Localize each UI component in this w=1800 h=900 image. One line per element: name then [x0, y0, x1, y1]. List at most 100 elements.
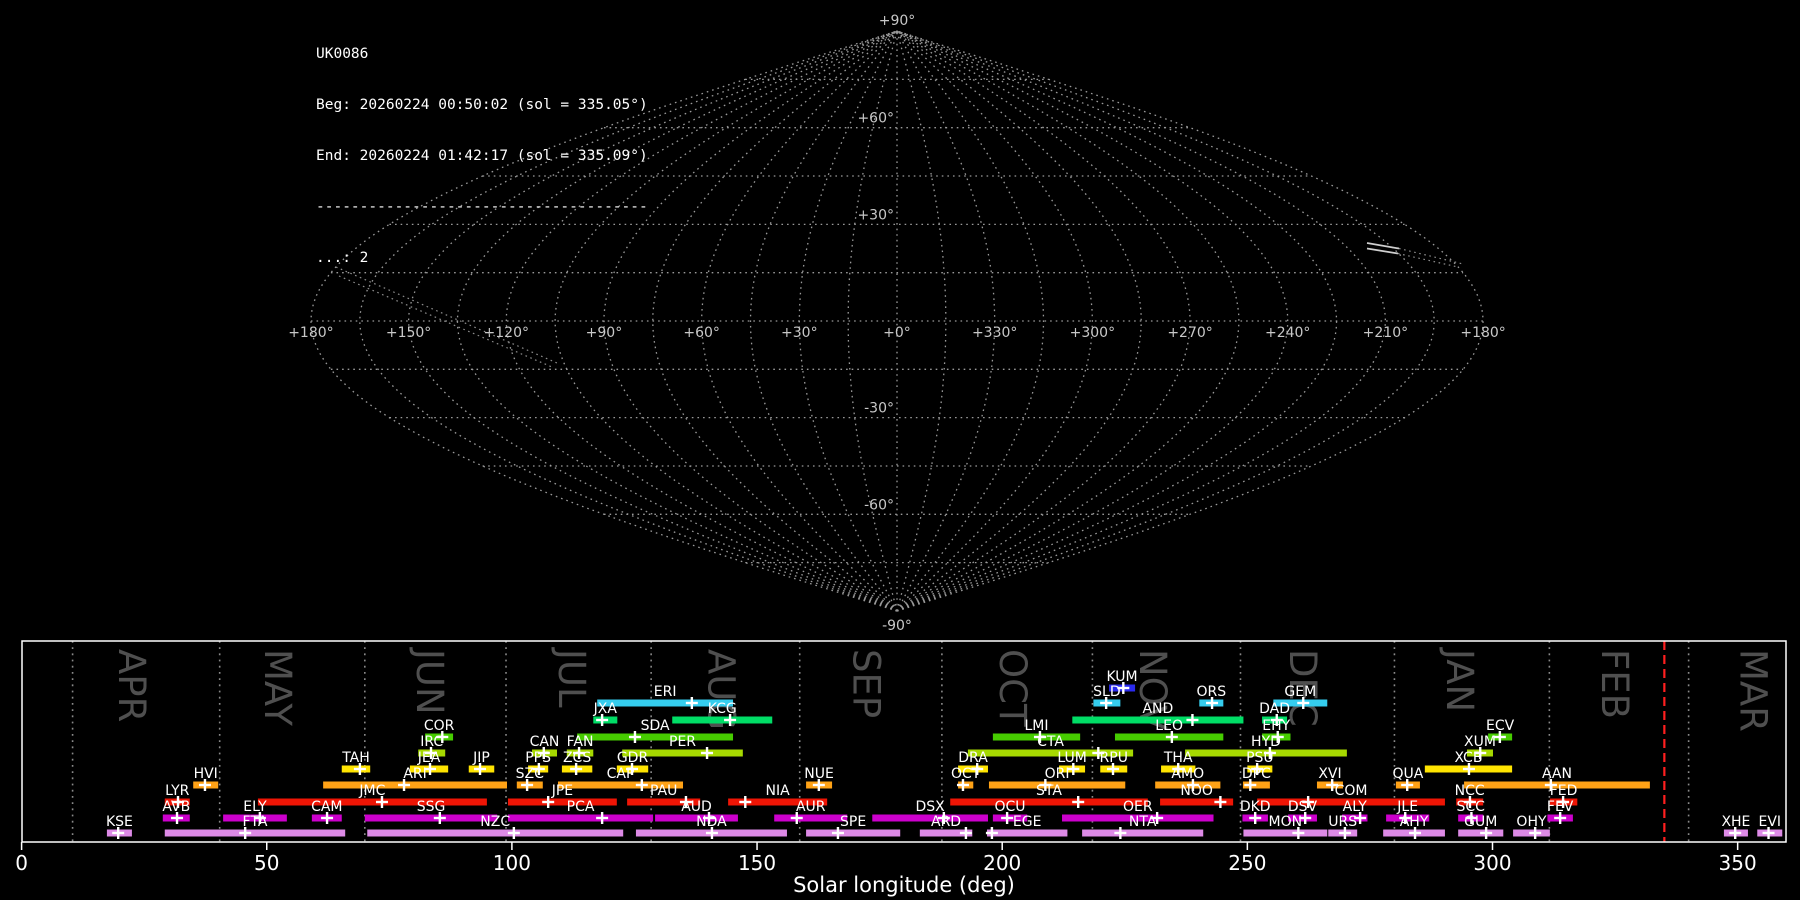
shower-code-label: CTA [1037, 734, 1064, 750]
shower-bar [323, 781, 507, 789]
x-tick-label: 350 [1719, 851, 1757, 875]
pole-label: -90° [882, 618, 912, 634]
shower-code-label: OCT [951, 766, 981, 782]
grid-meridian [896, 30, 1338, 612]
x-tick-label: 0 [15, 851, 28, 875]
begin-time: Beg: 20260224 00:50:02 (sol = 335.05°) [316, 97, 648, 113]
shower-code-label: AND [1142, 701, 1173, 717]
shower-code-label: DSX [915, 799, 945, 815]
shower-bar [806, 829, 901, 837]
lon-label: +150° [386, 325, 431, 341]
x-tick-label: 50 [254, 851, 279, 875]
month-label: JUL [550, 647, 593, 708]
shower-code-label: TAH [341, 750, 370, 766]
shower-code-label: NIA [766, 783, 791, 799]
month-label: MAR [1731, 649, 1774, 732]
shower-bar [1082, 829, 1204, 837]
shower-bar [507, 798, 617, 806]
shower-bar [774, 814, 848, 822]
shower-code-label: STA [1036, 783, 1062, 799]
shower-bar [364, 814, 498, 822]
month-label: JAN [1438, 647, 1481, 712]
shower-code-label: AAN [1542, 766, 1572, 782]
shower-code-label: PER [669, 734, 696, 750]
lon-label: +0° [883, 325, 911, 341]
shower-code-label: NZC [480, 814, 510, 830]
shower-code-label: XVI [1318, 766, 1341, 782]
shower-code-label: EVI [1758, 814, 1781, 830]
shower-code-label: PSU [1246, 750, 1274, 766]
shower-code-label: URS [1328, 814, 1357, 830]
shower-code-label: JLE [1396, 799, 1418, 815]
shower-bar [257, 798, 487, 806]
shower-code-label: LUM [1057, 750, 1086, 766]
x-tick-label: 300 [1473, 851, 1511, 875]
sky-and-timeline-plot: +180° +150° +120° +90° +60° +30° +0° +330° +300°… [15, 13, 1787, 897]
lon-label: +330° [972, 325, 1017, 341]
shower-code-label: OCU [995, 799, 1026, 815]
shower-code-label: ORI [1045, 766, 1070, 782]
lon-label: +300° [1070, 325, 1115, 341]
shower-code-label: DSV [1288, 799, 1318, 815]
month-label: OCT [991, 649, 1034, 727]
shower-code-label: OHY [1516, 814, 1547, 830]
shower-bar [507, 814, 654, 822]
shower-code-label: ERI [654, 684, 677, 700]
shower-code-label: PCA [567, 799, 595, 815]
shower-bar [950, 798, 1148, 806]
shower-code-label: JXA [593, 701, 618, 717]
shower-code-label: AMO [1171, 766, 1204, 782]
meteor-observation-screen: +180° +150° +120° +90° +60° +30° +0° +330° +300°… [0, 0, 1800, 900]
shower-code-label: KUM [1107, 669, 1138, 685]
shower-code-label: SPE [840, 814, 866, 830]
shower-code-label: COR [424, 718, 455, 734]
shower-code-label: COM [1335, 783, 1368, 799]
shower-code-label: LMI [1025, 718, 1049, 734]
end-time: End: 20260224 01:42:17 (sol = 335.09°) [316, 148, 648, 164]
x-axis-title: Solar longitude (deg) [793, 873, 1015, 897]
lon-label: +60° [683, 325, 720, 341]
shower-code-label: NTA [1129, 814, 1157, 830]
lon-label: +90° [586, 325, 623, 341]
meteor-trail-prolongation [1397, 252, 1459, 268]
shower-code-label: LEO [1155, 718, 1183, 734]
month-label: FEB [1593, 649, 1636, 719]
shower-bar [987, 829, 1068, 837]
month-label: APR [110, 649, 153, 722]
shower-code-label: JEA [417, 750, 441, 766]
x-tick-label: 200 [983, 851, 1021, 875]
shower-code-label: DAD [1259, 701, 1290, 717]
shower-code-label: HYD [1251, 734, 1281, 750]
activity-timeline-panel: APR MAY JUN JUL AUG SEP OCT NOV DEC JAN FEB MARKUME… [15, 640, 1787, 897]
pole-label: +90° [879, 13, 916, 29]
shower-code-label: ELY [243, 799, 267, 815]
observation-info: UK0086 Beg: 20260224 00:50:02 (sol = 335… [316, 12, 648, 301]
shower-code-label: PAU [650, 783, 677, 799]
month-label: SEP [844, 649, 887, 718]
lon-label: +270° [1167, 325, 1212, 341]
lon-label: +210° [1363, 325, 1408, 341]
lat-label: +60° [857, 111, 894, 127]
lon-label: +240° [1265, 325, 1310, 341]
shower-code-label: KCG [708, 701, 737, 717]
shower-code-label: AUD [681, 799, 712, 815]
shower-code-label: SDA [641, 718, 670, 734]
shower-code-label: EHY [1262, 718, 1290, 734]
shower-code-label: OER [1123, 799, 1153, 815]
month-label: JUN [408, 647, 451, 715]
meteor-trail [1366, 242, 1400, 250]
x-tick-label: 150 [738, 851, 776, 875]
x-tick-label: 100 [493, 851, 531, 875]
shower-code-label: ARD [931, 814, 961, 830]
shower-code-label: DRA [958, 750, 988, 766]
shower-bar [164, 829, 346, 837]
lon-label: +120° [484, 325, 529, 341]
month-label: MAY [256, 649, 299, 726]
shower-bar [1243, 829, 1328, 837]
shower-code-label: GEM [1284, 684, 1316, 700]
shower-code-label: MON [1269, 814, 1303, 830]
lon-label: +30° [781, 325, 818, 341]
lon-label: +180° [1460, 325, 1505, 341]
shower-code-label: GUM [1464, 814, 1497, 830]
lat-label: -60° [864, 497, 894, 513]
